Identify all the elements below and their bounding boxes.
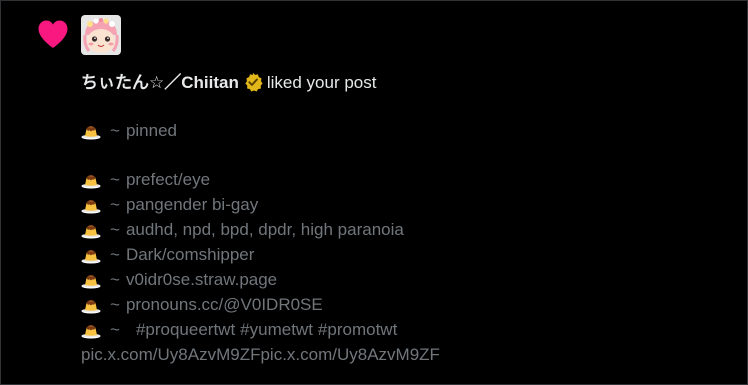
gold-verified-badge-icon[interactable] — [243, 72, 263, 92]
tilde: ~ — [110, 295, 120, 314]
custard-pudding-emoji-icon — [81, 271, 101, 289]
heart-icon — [38, 20, 68, 48]
bio-line-text: pangender bi-gay — [125, 195, 259, 214]
post-preview[interactable]: ~ pinned ~ prefect/eye ~ pangender bi-ga… — [81, 118, 440, 367]
custard-pudding-emoji-icon — [81, 296, 101, 314]
custard-pudding-emoji-icon — [81, 196, 101, 214]
post-line: ~ audhd, npd, bpd, dpdr, high paranoia — [81, 217, 440, 242]
media-link[interactable]: pic.x.com/Uy8AzvM9ZFpic.x.com/Uy8AzvM9ZF — [81, 342, 440, 367]
avatar[interactable] — [81, 15, 121, 55]
pronouns-link[interactable]: pronouns.cc/@V0IDR0SE — [126, 292, 323, 317]
custard-pudding-emoji-icon — [81, 122, 101, 140]
tilde: ~ — [110, 220, 120, 239]
hashtag-list: #proqueertwt #yumetwt #promotwt — [136, 317, 397, 342]
notification-card[interactable]: ちぃたん☆／Chiitan liked your post ~ pinned ~… — [0, 0, 748, 385]
bio-line-text: audhd, npd, bpd, dpdr, high paranoia — [125, 220, 404, 239]
post-line-pinned: ~ pinned — [81, 118, 440, 143]
post-line: ~ prefect/eye — [81, 167, 440, 192]
notification-headline: ちぃたん☆／Chiitan liked your post — [81, 72, 376, 94]
hashtag-link[interactable]: #promotwt — [318, 320, 397, 339]
tilde: ~ — [110, 195, 120, 214]
hashtag-link[interactable]: #yumetwt — [240, 320, 313, 339]
post-line: ~ pronouns.cc/@V0IDR0SE — [81, 292, 440, 317]
post-line-hashtags: ~ #proqueertwt #yumetwt #promotwt — [81, 317, 440, 342]
custard-pudding-emoji-icon — [81, 321, 101, 339]
tilde: ~ — [110, 270, 120, 289]
tilde: ~ — [110, 170, 120, 189]
tilde: ~ — [110, 320, 120, 339]
pinned-text: pinned — [125, 121, 177, 140]
post-line: ~ pangender bi-gay — [81, 192, 440, 217]
tilde: ~ — [110, 245, 120, 264]
hashtag-link[interactable]: #proqueertwt — [136, 320, 235, 339]
straw-page-link[interactable]: v0idr0se.straw.page — [126, 267, 277, 292]
custard-pudding-emoji-icon — [81, 246, 101, 264]
custard-pudding-emoji-icon — [81, 221, 101, 239]
bio-line-text: prefect/eye — [125, 170, 211, 189]
custard-pudding-emoji-icon — [81, 171, 101, 189]
post-line: ~ v0idr0se.straw.page — [81, 267, 440, 292]
notification-action-text: liked your post — [266, 73, 377, 92]
post-line-media-link: pic.x.com/Uy8AzvM9ZFpic.x.com/Uy8AzvM9ZF — [81, 342, 440, 367]
user-display-name[interactable]: ちぃたん☆／Chiitan — [81, 73, 239, 92]
post-line: ~ Dark/comshipper — [81, 242, 440, 267]
bio-line-text: Dark/comshipper — [125, 245, 255, 264]
tilde: ~ — [110, 121, 120, 140]
